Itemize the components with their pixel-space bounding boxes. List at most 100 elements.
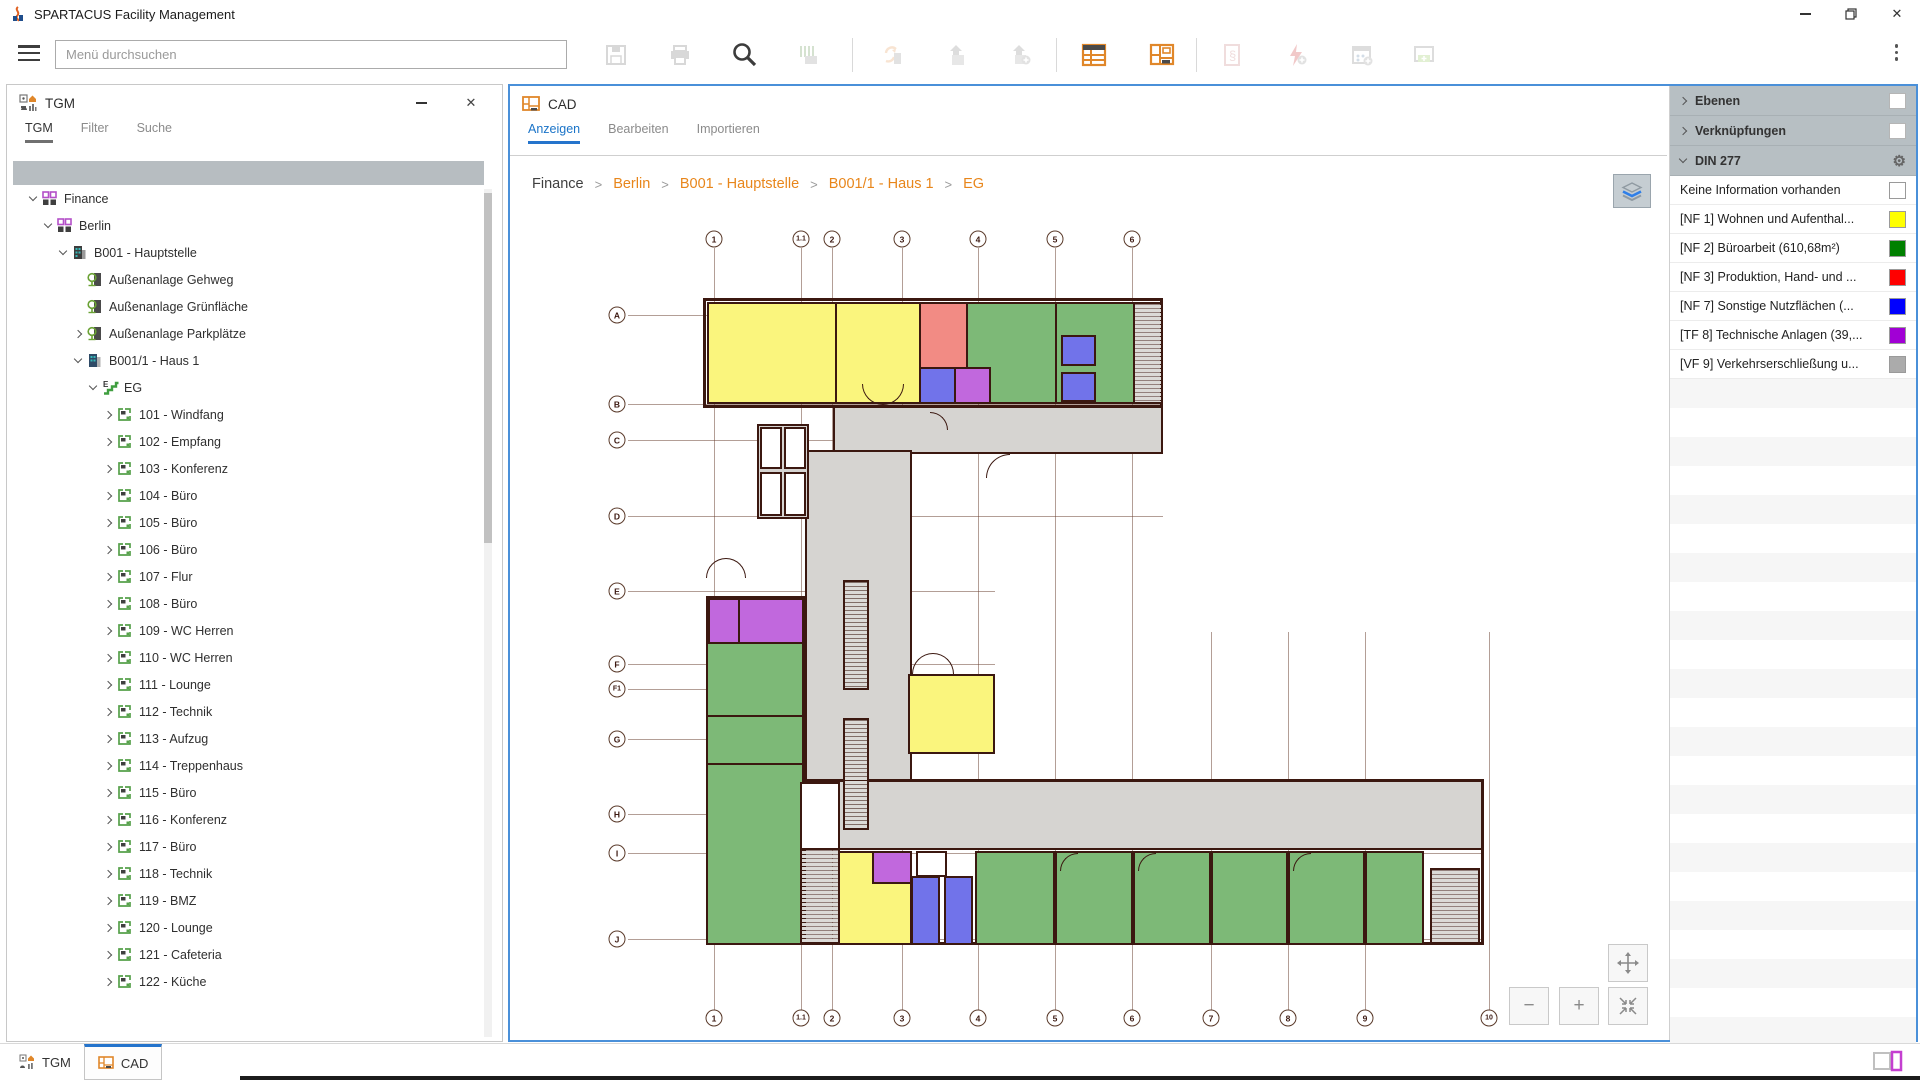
plan-room[interactable] <box>911 876 940 945</box>
window-add-icon[interactable] <box>1408 39 1440 71</box>
breadcrumb-item[interactable]: Finance <box>532 176 584 192</box>
barcode-print-icon[interactable] <box>792 39 824 71</box>
plan-room[interactable] <box>760 427 782 469</box>
tree-item[interactable]: 113 - Aufzug <box>13 725 496 752</box>
pan-button[interactable] <box>1608 944 1648 982</box>
tree-item[interactable]: 103 - Konferenz <box>13 455 496 482</box>
gear-icon[interactable]: ⚙ <box>1893 152 1906 170</box>
tree-item[interactable]: 107 - Flur <box>13 563 496 590</box>
plan-room[interactable] <box>975 851 1055 945</box>
import-document-icon[interactable] <box>940 39 972 71</box>
tree-item[interactable]: B001 - Hauptstelle <box>13 239 496 266</box>
chevron-right-icon[interactable] <box>100 844 116 850</box>
plan-room[interactable] <box>706 642 804 717</box>
breadcrumb-item[interactable]: EG <box>963 176 984 192</box>
taskbar-item-tgm[interactable]: TGM <box>6 1044 84 1080</box>
plan-room[interactable] <box>784 472 806 516</box>
plan-room[interactable] <box>1061 335 1096 366</box>
legend-item[interactable]: [VF 9] Verkehrserschließung u... <box>1670 350 1916 379</box>
plan-room[interactable] <box>707 302 837 404</box>
hamburger-menu-icon[interactable] <box>18 45 40 61</box>
legend-item[interactable]: [TF 8] Technische Anlagen (39,... <box>1670 321 1916 350</box>
legend-color-swatch[interactable] <box>1889 356 1906 373</box>
tree-item[interactable]: 110 - WC Herren <box>13 644 496 671</box>
chevron-right-icon[interactable] <box>100 547 116 553</box>
plan-room[interactable] <box>1061 372 1096 402</box>
plan-room[interactable] <box>706 715 804 765</box>
tree-item[interactable]: 109 - WC Herren <box>13 617 496 644</box>
plan-room[interactable] <box>708 598 740 644</box>
chevron-down-icon[interactable] <box>40 224 56 227</box>
menu-search-input[interactable] <box>55 40 567 69</box>
plan-room[interactable] <box>800 848 840 945</box>
legend-section-verkn-pfungen[interactable]: Verknüpfungen <box>1670 116 1916 146</box>
tree-item[interactable]: B001/1 - Haus 1 <box>13 347 496 374</box>
tree-item[interactable]: 119 - BMZ <box>13 887 496 914</box>
tree-item[interactable]: 120 - Lounge <box>13 914 496 941</box>
tree-item[interactable]: 121 - Cafeteria <box>13 941 496 968</box>
legend-color-swatch[interactable] <box>1889 182 1906 199</box>
chevron-right-icon[interactable] <box>100 736 116 742</box>
window-close-button[interactable]: ✕ <box>1874 0 1920 28</box>
chevron-right-icon[interactable] <box>100 412 116 418</box>
corridor-area[interactable] <box>805 779 1484 850</box>
legend-color-swatch[interactable] <box>1889 298 1906 315</box>
legend-color-swatch[interactable] <box>1889 240 1906 257</box>
tree-item[interactable]: 122 - Küche <box>13 968 496 995</box>
legend-color-swatch[interactable] <box>1889 327 1906 344</box>
chevron-right-icon[interactable] <box>100 439 116 445</box>
chevron-right-icon[interactable] <box>100 493 116 499</box>
toolbar-overflow-icon[interactable] <box>1895 44 1899 61</box>
tree-item[interactable]: Außenanlage Grünfläche <box>13 293 496 320</box>
layers-button[interactable] <box>1613 174 1651 208</box>
tree-item[interactable]: 111 - Lounge <box>13 671 496 698</box>
cad-tab-importieren[interactable]: Importieren <box>697 122 760 144</box>
tree-item[interactable]: Finance <box>13 185 496 212</box>
plan-room[interactable] <box>843 718 869 830</box>
chevron-right-icon[interactable] <box>100 898 116 904</box>
plan-room[interactable] <box>908 674 995 754</box>
tree-item[interactable]: EEG <box>13 374 496 401</box>
tree-item[interactable]: 114 - Treppenhaus <box>13 752 496 779</box>
chevron-down-icon[interactable] <box>70 359 86 362</box>
legend-color-swatch[interactable] <box>1889 269 1906 286</box>
cad-canvas[interactable]: Finance>Berlin>B001 - Hauptstelle>B001/1… <box>510 160 1667 1040</box>
search-icon[interactable] <box>728 39 760 71</box>
plan-room[interactable] <box>1365 851 1424 945</box>
chevron-right-icon[interactable] <box>100 979 116 985</box>
tree-item[interactable]: 104 - Büro <box>13 482 496 509</box>
plan-room[interactable] <box>738 598 804 644</box>
tree-item[interactable]: 117 - Büro <box>13 833 496 860</box>
breadcrumb-item[interactable]: B001/1 - Haus 1 <box>829 176 934 192</box>
legend-item[interactable]: [NF 1] Wohnen und Aufenthal... <box>1670 205 1916 234</box>
plan-room[interactable] <box>954 367 991 404</box>
chevron-right-icon[interactable] <box>100 709 116 715</box>
tree-item[interactable]: Außenanlage Parkplätze <box>13 320 496 347</box>
section-swatch[interactable] <box>1889 123 1906 139</box>
chevron-right-icon[interactable] <box>100 466 116 472</box>
breadcrumb-item[interactable]: B001 - Hauptstelle <box>680 176 799 192</box>
chevron-right-icon[interactable] <box>100 520 116 526</box>
legend-section-din-277[interactable]: DIN 277⚙ <box>1670 146 1916 176</box>
save-icon[interactable] <box>600 39 632 71</box>
tree-item[interactable]: 115 - Büro <box>13 779 496 806</box>
legend-section-ebenen[interactable]: Ebenen <box>1670 86 1916 116</box>
chevron-down-icon[interactable] <box>25 197 41 200</box>
plan-room[interactable] <box>1211 851 1288 945</box>
tree-item[interactable]: Außenanlage Gehweg <box>13 266 496 293</box>
chevron-right-icon[interactable] <box>100 601 116 607</box>
tgm-minimize-button[interactable] <box>406 91 436 115</box>
plan-room[interactable] <box>760 472 782 516</box>
plan-room[interactable] <box>784 427 806 469</box>
plan-room[interactable] <box>800 782 840 850</box>
breadcrumb-item[interactable]: Berlin <box>613 176 650 192</box>
plan-room[interactable] <box>919 302 968 369</box>
tgm-tab-filter[interactable]: Filter <box>81 121 109 143</box>
legend-item[interactable]: Keine Information vorhanden <box>1670 176 1916 205</box>
plan-room[interactable] <box>919 367 956 404</box>
tree-item[interactable]: 116 - Konferenz <box>13 806 496 833</box>
chevron-right-icon[interactable] <box>100 871 116 877</box>
zoom-fit-button[interactable] <box>1608 987 1648 1025</box>
legend-item[interactable]: [NF 7] Sonstige Nutzflächen (... <box>1670 292 1916 321</box>
tree-scrollbar-thumb[interactable] <box>484 193 492 543</box>
